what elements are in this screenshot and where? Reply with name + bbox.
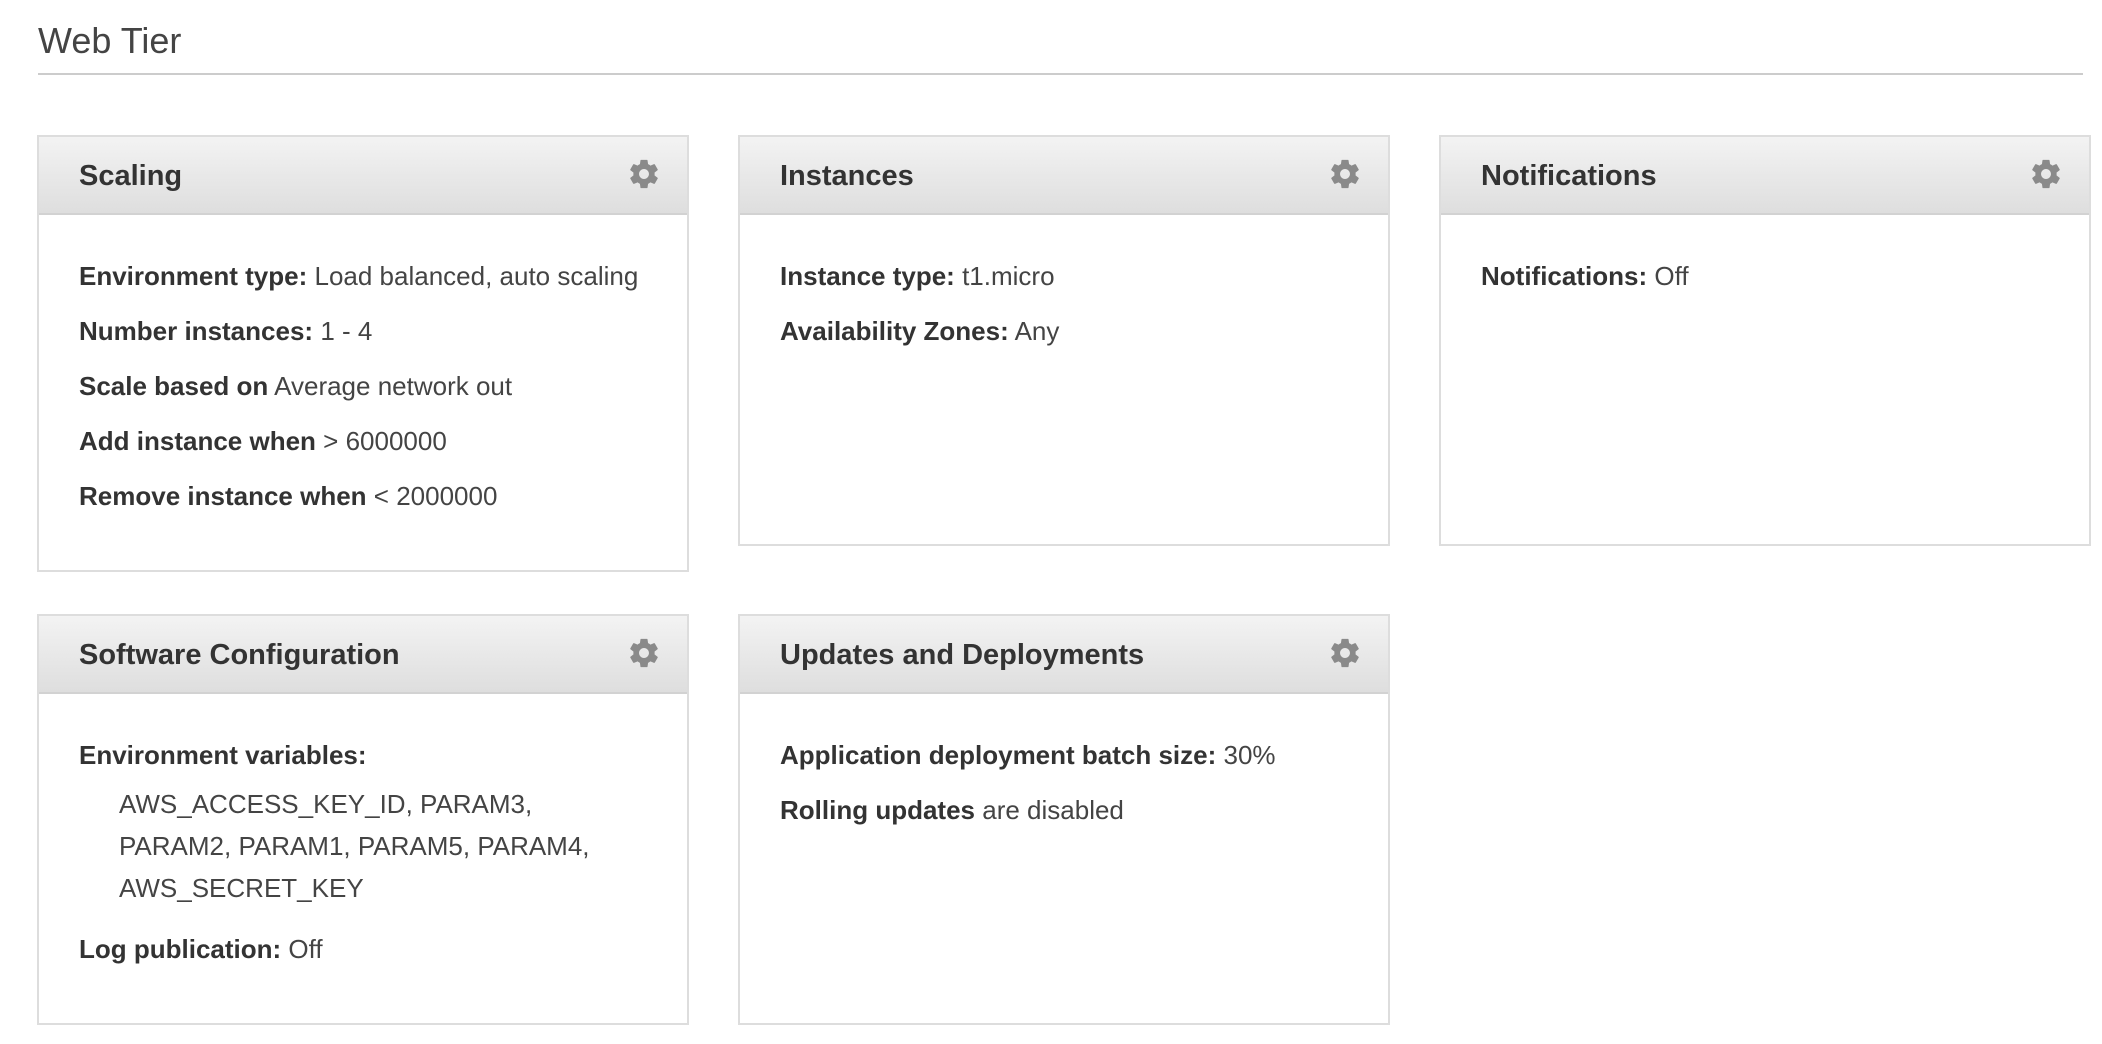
row-value: 30% (1223, 740, 1276, 770)
row-value: < 2000000 (373, 481, 498, 511)
row-label: Log publication: (79, 934, 282, 964)
row-label: Add instance when (79, 426, 316, 456)
software-configuration-panel: Software Configuration Environment varia… (37, 614, 689, 1025)
rolling-updates-row: Rolling updates are disabled (780, 795, 1348, 825)
row-label: Notifications: (1481, 261, 1648, 291)
availability-zones-row: Availability Zones: Any (780, 316, 1348, 346)
gear-icon[interactable] (1328, 636, 1362, 670)
row-label: Instance type: (780, 261, 955, 291)
section-divider (38, 73, 2083, 75)
row-value: 1 - 4 (320, 316, 373, 346)
panel-body: Notifications: Off (1441, 215, 2089, 291)
panel-title: Instances (780, 160, 914, 192)
panel-body: Instance type: t1.micro Availability Zon… (740, 215, 1388, 346)
instances-panel: Instances Instance type: t1.micro Availa… (738, 135, 1390, 546)
panel-header: Notifications (1441, 137, 2089, 215)
remove-instance-row: Remove instance when < 2000000 (79, 481, 647, 511)
row-label: Number instances: (79, 316, 314, 346)
panel-title: Updates and Deployments (780, 639, 1145, 671)
row-value: Load balanced, auto scaling (314, 261, 639, 291)
panel-header: Scaling (39, 137, 687, 215)
log-publication-row: Log publication: Off (79, 934, 647, 964)
notifications-row: Notifications: Off (1481, 261, 2049, 291)
instance-type-row: Instance type: t1.micro (780, 261, 1348, 291)
panel-title: Scaling (79, 160, 183, 192)
notifications-panel: Notifications Notifications: Off (1439, 135, 2091, 546)
row-value: Any (1014, 316, 1060, 346)
add-instance-row: Add instance when > 6000000 (79, 426, 647, 456)
row-value: Average network out (274, 371, 513, 401)
scaling-panel: Scaling Environment type: Load balanced,… (37, 135, 689, 572)
row-label: Remove instance when (79, 481, 367, 511)
number-instances-row: Number instances: 1 - 4 (79, 316, 647, 346)
row-value: Off (1654, 261, 1689, 291)
gear-icon[interactable] (1328, 157, 1362, 191)
row-value: Off (288, 934, 323, 964)
row-label: Scale based on (79, 371, 269, 401)
gear-icon[interactable] (627, 636, 661, 670)
panel-header: Software Configuration (39, 616, 687, 694)
deployment-batch-size-row: Application deployment batch size: 30% (780, 740, 1348, 770)
environment-variables-row: Environment variables: (79, 740, 647, 770)
gear-icon[interactable] (627, 157, 661, 191)
environment-type-row: Environment type: Load balanced, auto sc… (79, 261, 647, 291)
panel-header: Instances (740, 137, 1388, 215)
gear-icon[interactable] (2029, 157, 2063, 191)
row-label: Availability Zones: (780, 316, 1009, 346)
row-label: Application deployment batch size: (780, 740, 1217, 770)
row-label: Environment variables: (79, 740, 367, 770)
row-value: t1.micro (962, 261, 1055, 291)
row-value: > 6000000 (323, 426, 447, 456)
scale-based-on-row: Scale based on Average network out (79, 371, 647, 401)
updates-and-deployments-panel: Updates and Deployments Application depl… (738, 614, 1390, 1025)
panel-body: Environment type: Load balanced, auto sc… (39, 215, 687, 511)
panel-title: Notifications (1481, 160, 1657, 192)
row-label: Environment type: (79, 261, 308, 291)
row-label: Rolling updates (780, 795, 975, 825)
environment-variables-list: AWS_ACCESS_KEY_ID, PARAM3, PARAM2, PARAM… (119, 789, 590, 903)
panel-title: Software Configuration (79, 639, 400, 671)
section-title: Web Tier (38, 20, 182, 61)
panel-header: Updates and Deployments (740, 616, 1388, 694)
panel-body: Environment variables: AWS_ACCESS_KEY_ID… (39, 694, 687, 964)
row-value: are disabled (982, 795, 1124, 825)
panel-body: Application deployment batch size: 30% R… (740, 694, 1388, 825)
